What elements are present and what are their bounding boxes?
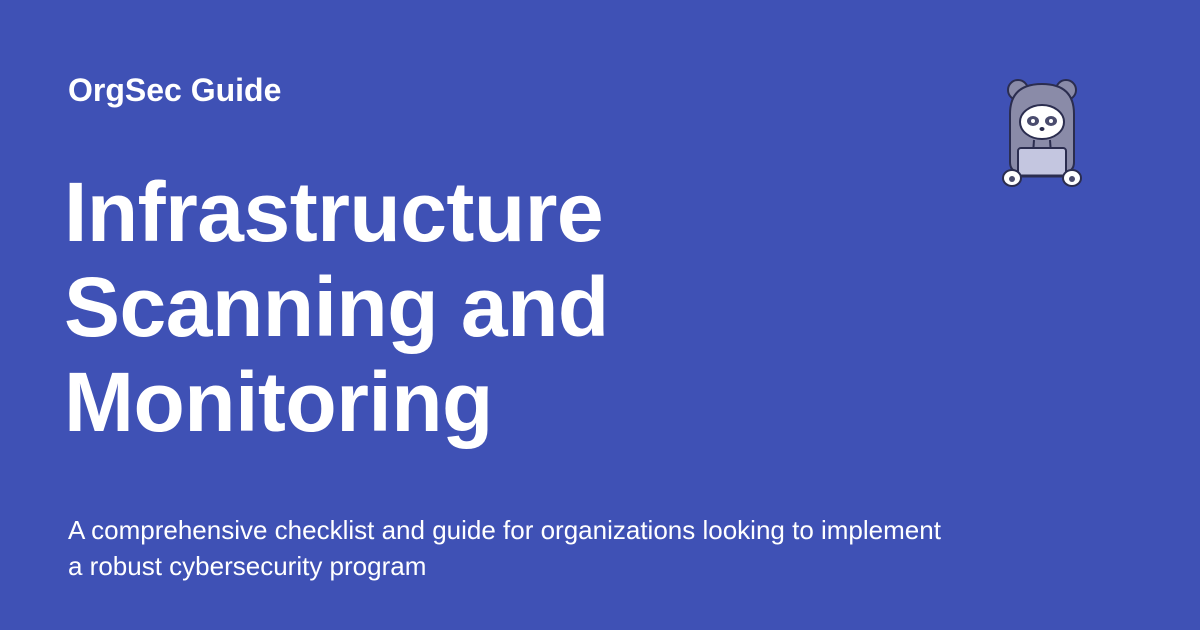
title-line-2: Scanning and [64, 260, 609, 354]
title-line-3: Monitoring [64, 355, 493, 449]
title-line-1: Infrastructure [64, 165, 604, 259]
hooded-panda-laptop-icon [1002, 79, 1082, 187]
page-title: Infrastructure Scanning and Monitoring [64, 165, 824, 450]
site-name: OrgSec Guide [68, 72, 282, 108]
page-subtitle: A comprehensive checklist and guide for … [68, 515, 941, 581]
